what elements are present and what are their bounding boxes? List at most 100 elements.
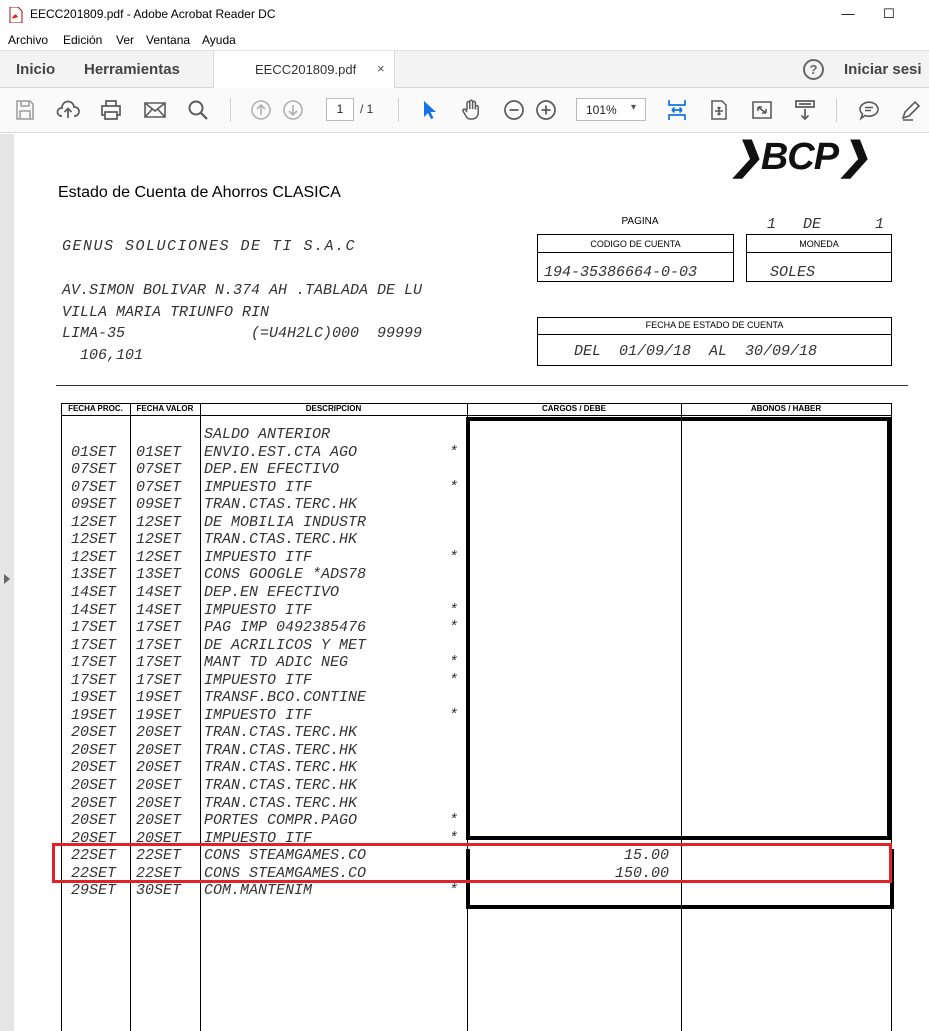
print-icon[interactable] (99, 98, 123, 122)
fecha-valor-cell: 12SET (136, 531, 182, 549)
fit-page-icon[interactable] (665, 98, 689, 122)
left-panel-toggle-icon[interactable] (4, 574, 10, 584)
zoom-in-icon[interactable] (534, 98, 558, 122)
fecha-proc-cell: 07SET (71, 478, 117, 496)
rotate-icon[interactable] (707, 98, 731, 122)
fecha-valor-cell: 01SET (136, 443, 182, 461)
description-cell: TRAN.CTAS.TERC.HK (204, 794, 358, 812)
document-tab-label: EECC201809.pdf (255, 62, 357, 77)
account-number: 194-35386664-0-03 (544, 264, 698, 281)
flag-cell: * (449, 706, 459, 724)
fecha-proc-cell: 12SET (71, 531, 117, 549)
fecha-proc-cell: 19SET (71, 689, 117, 707)
menu-ventana[interactable]: Ventana (146, 33, 190, 47)
page-number-input[interactable]: 1 (326, 98, 354, 121)
address-line: AV.SIMON BOLIVAR N.374 AH .TABLADA DE LU (62, 282, 423, 299)
zoom-value: 101% (586, 103, 617, 117)
separator-line (56, 385, 908, 386)
fecha-proc-cell: 17SET (71, 619, 117, 637)
fecha-valor-cell: 20SET (136, 724, 182, 742)
sign-in-button[interactable]: Iniciar sesi (844, 61, 922, 78)
description-cell: IMPUESTO ITF (204, 706, 313, 724)
flag-cell: * (449, 882, 459, 900)
page-down-icon[interactable] (281, 98, 305, 122)
description-cell: PAG IMP 0492385476 (204, 619, 367, 637)
description-cell: IMPUESTO ITF (204, 478, 313, 496)
read-mode-icon[interactable] (793, 98, 817, 122)
fecha-valor-cell: 20SET (136, 741, 182, 759)
toolbar-separator (398, 98, 399, 122)
description-cell: TRANSF.BCO.CONTINE (204, 689, 367, 707)
menu-ayuda[interactable]: Ayuda (202, 33, 236, 47)
flag-cell: * (449, 548, 459, 566)
pdf-page: ❯BCP❯ Estado de Cuenta de Ahorros CLASIC… (14, 134, 929, 1031)
menu-edicion[interactable]: Edición (63, 33, 102, 47)
zoom-select[interactable]: 101% ▾ (576, 98, 646, 121)
description-cell: TRAN.CTAS.TERC.HK (204, 496, 358, 514)
statement-title: Estado de Cuenta de Ahorros CLASICA (58, 184, 341, 201)
comment-icon[interactable] (857, 98, 881, 122)
fecha-valor-cell: 19SET (136, 689, 182, 707)
fecha-valor-cell: 12SET (136, 513, 182, 531)
page-up-icon[interactable] (249, 98, 273, 122)
fecha-valor-cell: 20SET (136, 777, 182, 794)
upload-icon[interactable] (56, 98, 80, 122)
description-cell: DE ACRILICOS Y MET (204, 636, 367, 654)
save-icon[interactable] (13, 98, 37, 122)
mail-icon[interactable] (143, 98, 167, 122)
fecha-proc-cell: 13SET (71, 566, 117, 584)
fecha-proc-cell: 20SET (71, 812, 117, 830)
close-tab-icon[interactable]: × (377, 61, 385, 76)
description-cell: CONS GOOGLE *ADS78 (204, 566, 367, 584)
hand-icon[interactable] (459, 98, 483, 122)
title-bar: EECC201809.pdf - Adobe Acrobat Reader DC… (0, 0, 929, 30)
flag-cell: * (449, 671, 459, 689)
highlight-icon[interactable] (899, 98, 923, 122)
flag-cell: * (449, 654, 459, 672)
fecha-proc-cell: 17SET (71, 654, 117, 672)
toolbar-separator (836, 98, 837, 122)
description-cell: COM.MANTENIM (204, 882, 313, 900)
help-icon[interactable]: ? (803, 59, 824, 80)
fecha-proc-cell: 29SET (71, 882, 117, 900)
search-icon[interactable] (186, 98, 210, 122)
fecha-valor-cell: 20SET (136, 759, 182, 777)
tab-inicio[interactable]: Inicio (16, 61, 55, 78)
flag-cell: * (449, 443, 459, 461)
select-cursor-icon[interactable] (417, 98, 441, 122)
tab-herramientas[interactable]: Herramientas (84, 61, 180, 78)
menu-ver[interactable]: Ver (116, 33, 134, 47)
fecha-proc-cell: 17SET (71, 671, 117, 689)
maximize-button[interactable]: ☐ (879, 4, 899, 24)
description-cell: IMPUESTO ITF (204, 671, 313, 689)
description-cell: IMPUESTO ITF (204, 601, 313, 619)
chevron-down-icon: ▾ (631, 102, 637, 113)
tab-document[interactable]: EECC201809.pdf × (213, 51, 395, 89)
column-header-fecha-valor: FECHA VALOR (136, 404, 194, 413)
description-cell: SALDO ANTERIOR (204, 426, 331, 443)
window-title: EECC201809.pdf - Adobe Acrobat Reader DC (30, 7, 276, 21)
fecha-valor-cell: 17SET (136, 636, 182, 654)
highlight-box (52, 843, 892, 883)
menu-archivo[interactable]: Archivo (8, 33, 48, 47)
fecha-proc-cell: 19SET (71, 706, 117, 724)
address-line: LIMA-35 (=U4H2LC)000 99999 (62, 325, 423, 342)
column-header-descripcion: DESCRIPCION (305, 404, 362, 413)
fullscreen-icon[interactable] (750, 98, 774, 122)
description-cell: PORTES COMPR.PAGO (204, 812, 358, 830)
company-name: GENUS SOLUCIONES DE TI S.A.C (62, 238, 357, 255)
flag-cell: * (449, 601, 459, 619)
address-line: VILLA MARIA TRIUNFO RIN (62, 304, 270, 321)
fecha-valor-cell: 14SET (136, 601, 182, 619)
bcp-logo: ❯BCP❯ (730, 136, 870, 178)
minimize-button[interactable]: — (838, 4, 858, 24)
description-cell: TRAN.CTAS.TERC.HK (204, 531, 358, 549)
fecha-valor-cell: 14SET (136, 583, 182, 601)
account-label: CODIGO DE CUENTA (590, 239, 681, 249)
period-value: DEL 01/09/18 AL 30/09/18 (574, 343, 818, 360)
pagina-label: PAGINA (621, 216, 659, 227)
pagina-value: 1 DE 1 (767, 216, 885, 233)
document-viewer[interactable]: ❯BCP❯ Estado de Cuenta de Ahorros CLASIC… (0, 134, 929, 1031)
zoom-out-icon[interactable] (502, 98, 526, 122)
column-header-abonos: ABONOS / HABER (750, 404, 822, 413)
